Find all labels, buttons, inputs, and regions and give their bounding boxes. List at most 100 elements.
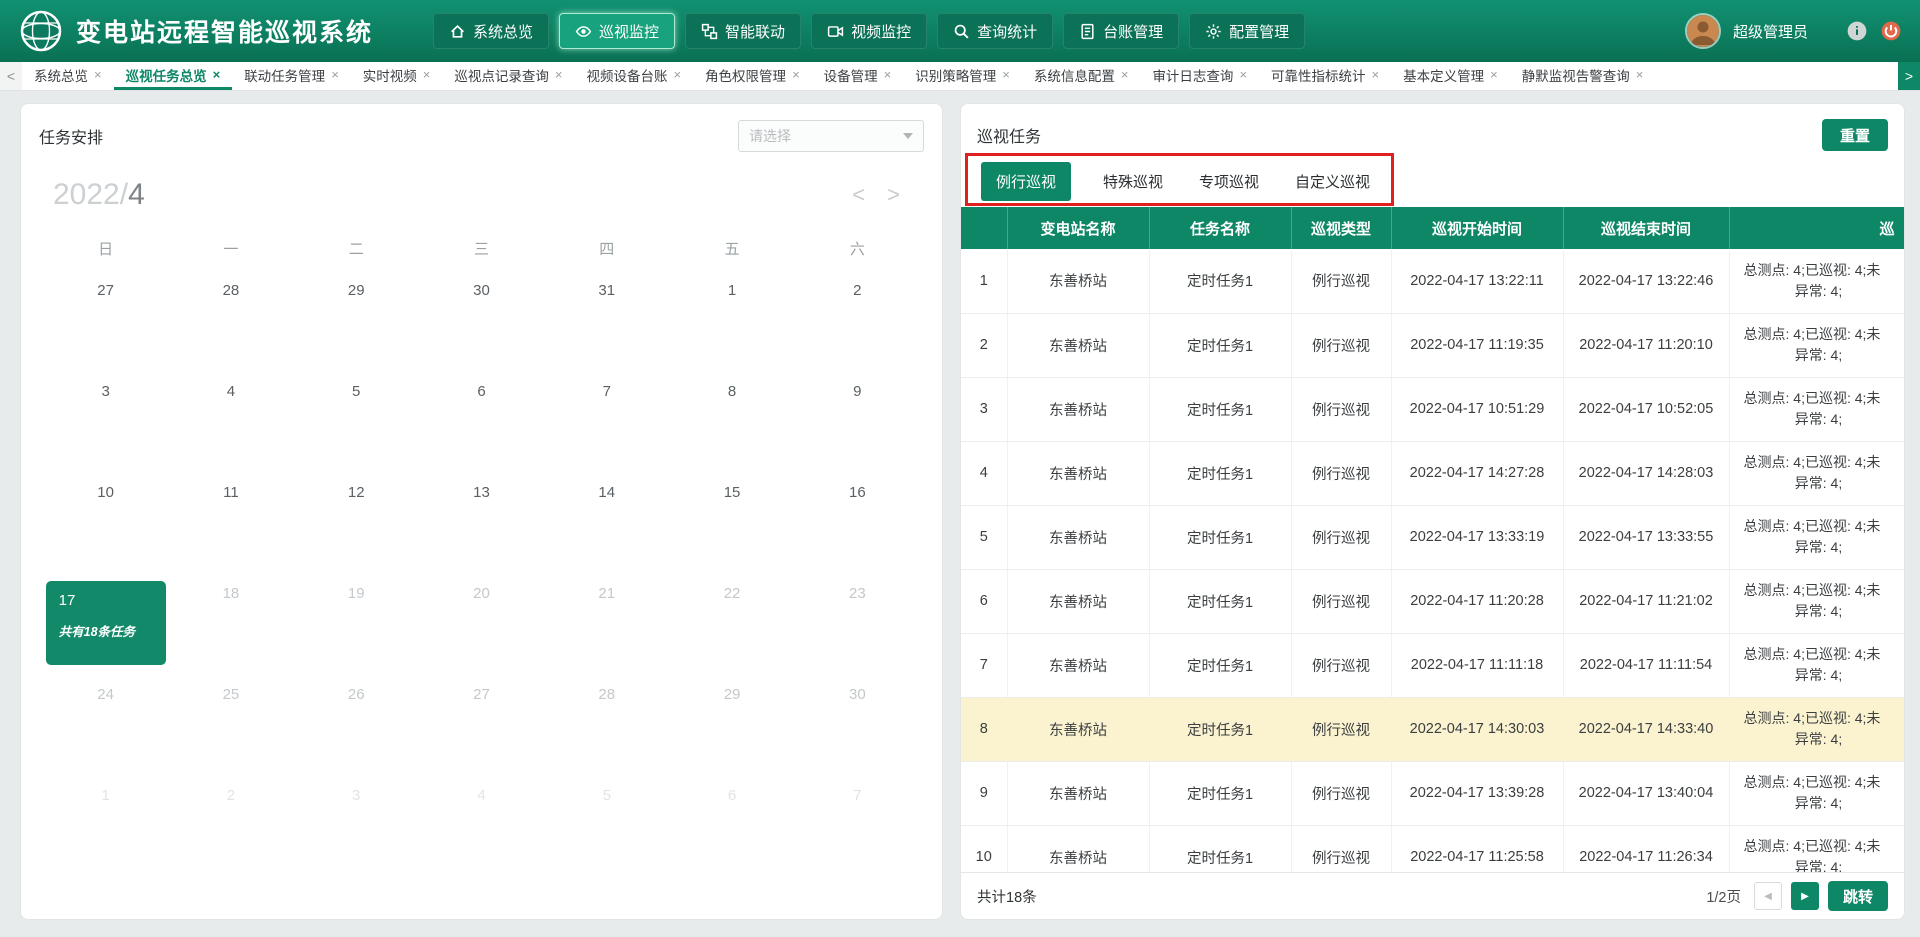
calendar-day[interactable]: 27: [419, 672, 544, 773]
close-icon[interactable]: ×: [792, 67, 800, 82]
tab-item-4[interactable]: 巡视点记录查询×: [442, 62, 574, 90]
tab-item-0[interactable]: 系统总览×: [22, 62, 114, 90]
jump-button[interactable]: 跳转: [1828, 881, 1888, 911]
close-icon[interactable]: ×: [673, 67, 681, 82]
filter-routine-inspection[interactable]: 例行巡视: [981, 162, 1071, 201]
calendar-prev-button[interactable]: <: [852, 184, 865, 206]
close-icon[interactable]: ×: [1372, 67, 1380, 82]
nav-query-statistics[interactable]: 查询统计: [937, 13, 1053, 49]
calendar-day[interactable]: 7: [544, 369, 669, 470]
tab-item-6[interactable]: 角色权限管理×: [693, 62, 812, 90]
tab-item-9[interactable]: 系统信息配置×: [1022, 62, 1141, 90]
calendar-day[interactable]: 5: [294, 369, 419, 470]
table-row[interactable]: 1东善桥站定时任务1例行巡视2022-04-17 13:22:112022-04…: [961, 249, 1904, 313]
nav-inspection-monitoring[interactable]: 巡视监控: [559, 13, 675, 49]
calendar-next-button[interactable]: >: [887, 184, 900, 206]
info-icon[interactable]: [1846, 20, 1868, 42]
calendar-day[interactable]: 4: [168, 369, 293, 470]
close-icon[interactable]: ×: [1239, 67, 1247, 82]
close-icon[interactable]: ×: [331, 67, 339, 82]
tab-item-3[interactable]: 实时视频×: [351, 62, 443, 90]
avatar[interactable]: [1685, 13, 1721, 49]
task-filter-select[interactable]: 请选择: [738, 120, 924, 152]
calendar-day[interactable]: 23: [795, 571, 920, 672]
calendar-day[interactable]: 21: [544, 571, 669, 672]
calendar-day[interactable]: 28: [544, 672, 669, 773]
close-icon[interactable]: ×: [94, 67, 102, 82]
table-row[interactable]: 9东善桥站定时任务1例行巡视2022-04-17 13:39:282022-04…: [961, 761, 1904, 825]
calendar-day[interactable]: 5: [544, 773, 669, 874]
calendar-day[interactable]: 12: [294, 470, 419, 571]
calendar-day[interactable]: 2: [795, 268, 920, 369]
tab-item-10[interactable]: 审计日志查询×: [1140, 62, 1259, 90]
tab-item-11[interactable]: 可靠性指标统计×: [1259, 62, 1391, 90]
calendar-day[interactable]: 7: [795, 773, 920, 874]
tab-item-1[interactable]: 巡视任务总览×: [114, 62, 233, 90]
calendar-day[interactable]: 8: [669, 369, 794, 470]
calendar-day[interactable]: 20: [419, 571, 544, 672]
close-icon[interactable]: ×: [423, 67, 431, 82]
calendar-day[interactable]: 1: [669, 268, 794, 369]
close-icon[interactable]: ×: [555, 67, 563, 82]
table-row[interactable]: 10东善桥站定时任务1例行巡视2022-04-17 11:25:582022-0…: [961, 825, 1904, 872]
tab-item-8[interactable]: 识别策略管理×: [903, 62, 1022, 90]
table-row[interactable]: 6东善桥站定时任务1例行巡视2022-04-17 11:20:282022-04…: [961, 569, 1904, 633]
calendar-day[interactable]: 29: [669, 672, 794, 773]
calendar-day[interactable]: 19: [294, 571, 419, 672]
calendar-day[interactable]: 24: [43, 672, 168, 773]
calendar-day[interactable]: 13: [419, 470, 544, 571]
calendar-day[interactable]: 27: [43, 268, 168, 369]
calendar-day[interactable]: 30: [795, 672, 920, 773]
calendar-day[interactable]: 15: [669, 470, 794, 571]
reset-button[interactable]: 重置: [1822, 119, 1888, 151]
close-icon[interactable]: ×: [884, 67, 892, 82]
close-icon[interactable]: ×: [1636, 67, 1644, 82]
tab-scroll-right-button[interactable]: >: [1898, 62, 1920, 90]
calendar-day[interactable]: 25: [168, 672, 293, 773]
calendar-day[interactable]: 6: [419, 369, 544, 470]
next-page-button[interactable]: ▶: [1791, 882, 1819, 910]
table-row[interactable]: 3东善桥站定时任务1例行巡视2022-04-17 10:51:292022-04…: [961, 377, 1904, 441]
nav-config-management[interactable]: 配置管理: [1189, 13, 1305, 49]
tab-item-2[interactable]: 联动任务管理×: [232, 62, 351, 90]
filter-dedicated-inspection[interactable]: 专项巡视: [1195, 162, 1263, 201]
calendar-day[interactable]: 2: [168, 773, 293, 874]
calendar-day[interactable]: 11: [168, 470, 293, 571]
calendar-day[interactable]: 31: [544, 268, 669, 369]
table-row[interactable]: 8东善桥站定时任务1例行巡视2022-04-17 14:30:032022-04…: [961, 697, 1904, 761]
calendar-day-selected[interactable]: 17共有18条任务: [43, 571, 168, 672]
nav-ledger-management[interactable]: 台账管理: [1063, 13, 1179, 49]
calendar-day[interactable]: 26: [294, 672, 419, 773]
calendar-day[interactable]: 3: [43, 369, 168, 470]
calendar-day[interactable]: 28: [168, 268, 293, 369]
calendar-day[interactable]: 4: [419, 773, 544, 874]
table-row[interactable]: 4东善桥站定时任务1例行巡视2022-04-17 14:27:282022-04…: [961, 441, 1904, 505]
calendar-day[interactable]: 30: [419, 268, 544, 369]
calendar-day[interactable]: 6: [669, 773, 794, 874]
filter-custom-inspection[interactable]: 自定义巡视: [1291, 162, 1374, 201]
calendar-day[interactable]: 3: [294, 773, 419, 874]
calendar-day[interactable]: 18: [168, 571, 293, 672]
prev-page-button[interactable]: ◀: [1754, 882, 1782, 910]
tab-scroll-left-button[interactable]: <: [0, 62, 22, 90]
tab-item-13[interactable]: 静默监视告警查询×: [1510, 62, 1656, 90]
table-row[interactable]: 5东善桥站定时任务1例行巡视2022-04-17 13:33:192022-04…: [961, 505, 1904, 569]
tab-item-7[interactable]: 设备管理×: [812, 62, 904, 90]
calendar-day[interactable]: 10: [43, 470, 168, 571]
nav-system-overview[interactable]: 系统总览: [433, 13, 549, 49]
calendar-day[interactable]: 16: [795, 470, 920, 571]
calendar-day[interactable]: 1: [43, 773, 168, 874]
close-icon[interactable]: ×: [1490, 67, 1498, 82]
power-icon[interactable]: [1880, 20, 1902, 42]
close-icon[interactable]: ×: [213, 67, 221, 82]
nav-video-monitoring[interactable]: 视频监控: [811, 13, 927, 49]
calendar-day[interactable]: 22: [669, 571, 794, 672]
table-row[interactable]: 2东善桥站定时任务1例行巡视2022-04-17 11:19:352022-04…: [961, 313, 1904, 377]
close-icon[interactable]: ×: [1121, 67, 1129, 82]
nav-smart-linkage[interactable]: 智能联动: [685, 13, 801, 49]
close-icon[interactable]: ×: [1002, 67, 1010, 82]
calendar-day[interactable]: 14: [544, 470, 669, 571]
filter-special-inspection[interactable]: 特殊巡视: [1099, 162, 1167, 201]
calendar-day[interactable]: 29: [294, 268, 419, 369]
table-row[interactable]: 7东善桥站定时任务1例行巡视2022-04-17 11:11:182022-04…: [961, 633, 1904, 697]
